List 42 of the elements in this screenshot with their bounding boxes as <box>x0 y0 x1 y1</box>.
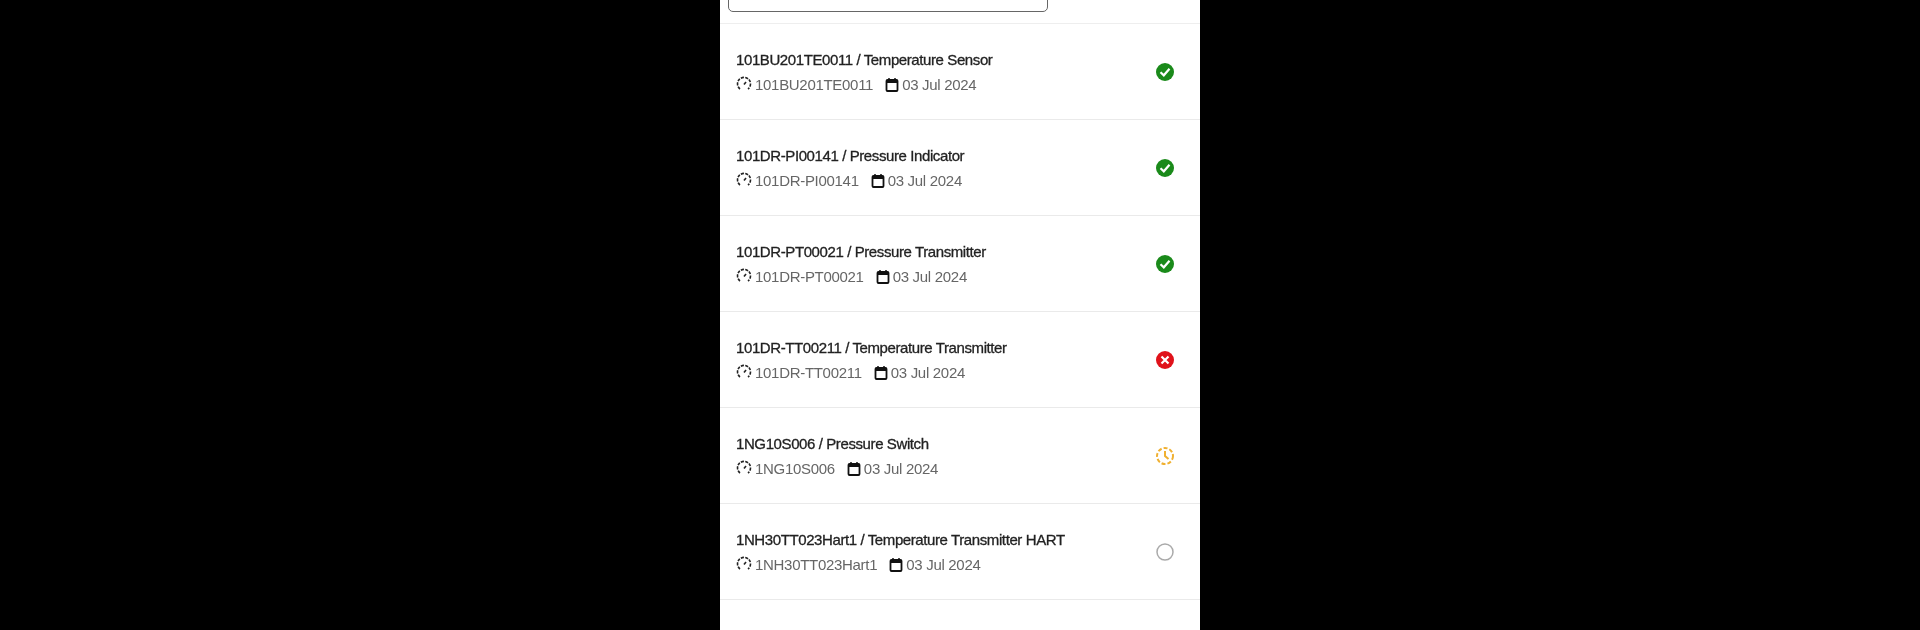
list-item[interactable]: 1NG10S006 / Pressure Switch 1NG10S006 03 Jul 2024 <box>720 408 1200 504</box>
item-tag: 101DR-TT00211 <box>755 363 862 381</box>
item-tag: 101DR-PI00141 <box>755 171 859 189</box>
calendar-icon <box>875 268 890 284</box>
calendar-icon <box>870 172 885 188</box>
item-tag: 1NG10S006 <box>755 459 835 477</box>
clock-icon <box>1154 444 1176 467</box>
item-date: 03 Jul 2024 <box>863 459 939 477</box>
item-title: 1NH30TT023Hart1 / Temperature Transmitter HART <box>736 530 1066 548</box>
calendar-icon <box>846 460 861 476</box>
empty-circle-icon <box>1154 540 1176 563</box>
list-item[interactable]: 101DR-PI00141 / Pressure Indicator 101DR-PI00141 03 Jul 2024 <box>720 120 1200 216</box>
list-item[interactable]: 101DR-TT00211 / Temperature Transmitter 101DR-TT00211 03 Jul 2024 <box>720 312 1200 408</box>
gauge-icon <box>736 268 752 284</box>
item-title: 101BU201TE0011 / Temperature Sensor <box>736 50 994 68</box>
list-item[interactable]: 101DR-PT00021 / Pressure Transmitter 101DR-PT00021 03 Jul 2024 <box>720 216 1200 312</box>
item-title: 101DR-TT00211 / Temperature Transmitter <box>736 338 1008 356</box>
item-date: 03 Jul 2024 <box>892 267 967 285</box>
item-tag: 101BU201TE0011 <box>755 75 874 93</box>
gauge-icon <box>736 364 752 380</box>
item-tag: 101DR-PT00021 <box>755 267 864 285</box>
item-date: 03 Jul 2024 <box>906 555 981 573</box>
check-circle-icon <box>1154 252 1176 275</box>
check-circle-icon <box>1154 60 1176 83</box>
item-date: 03 Jul 2024 <box>887 171 962 189</box>
cross-circle-icon <box>1154 348 1176 371</box>
item-title: 101DR-PT00021 / Pressure Transmitter <box>736 242 987 260</box>
gauge-icon <box>736 172 752 188</box>
item-date: 03 Jul 2024 <box>890 363 965 381</box>
item-tag: 1NH30TT023Hart1 <box>755 555 878 573</box>
list-item[interactable]: 1NH30TT023Hart1 / Temperature Transmitter HART 1NH30TT023Hart1 03 Jul 2024 <box>720 504 1200 600</box>
gauge-icon <box>736 76 752 92</box>
list-item[interactable]: 101BU201TE0011 / Temperature Sensor 101BU201TE0011 03 Jul 2024 <box>720 24 1200 120</box>
item-title: 1NG10S006 / Pressure Switch <box>736 434 930 452</box>
check-circle-icon <box>1154 156 1176 179</box>
item-date: 03 Jul 2024 <box>902 75 977 93</box>
item-title: 101DR-PI00141 / Pressure Indicator <box>736 146 966 164</box>
calendar-icon <box>885 76 900 92</box>
gauge-icon <box>736 460 752 476</box>
calendar-icon <box>889 556 904 572</box>
calendar-icon <box>873 364 888 380</box>
gauge-icon <box>736 556 752 572</box>
